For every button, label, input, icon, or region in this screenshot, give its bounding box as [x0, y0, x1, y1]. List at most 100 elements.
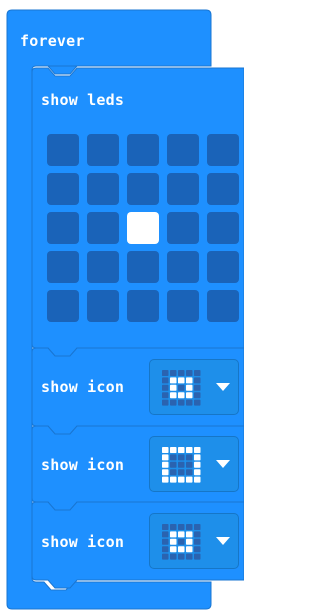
icon-pixel — [170, 447, 177, 453]
icon-pixel — [186, 546, 193, 553]
chevron-down-icon — [216, 460, 230, 468]
led-cell[interactable] — [47, 173, 79, 205]
icon-dropdown-3[interactable] — [149, 513, 239, 569]
led-cell[interactable] — [87, 251, 119, 283]
icon-pixel — [186, 384, 193, 391]
led-cell[interactable] — [87, 212, 119, 244]
icon-pixel — [194, 531, 201, 538]
icon-pixel — [162, 553, 169, 560]
led-cell[interactable] — [87, 134, 119, 166]
led-cell[interactable] — [167, 290, 199, 322]
icon-pixel — [186, 469, 193, 476]
show-leds-label: show leds — [41, 91, 125, 109]
icon-pixel — [162, 524, 169, 530]
icon-pixel — [178, 461, 185, 468]
icon-pixel — [194, 461, 201, 468]
led-cell[interactable] — [47, 134, 79, 166]
led-cell[interactable] — [167, 251, 199, 283]
icon-pixel — [178, 392, 185, 399]
icon-pixel — [178, 538, 185, 545]
icon-pixel — [170, 524, 177, 530]
icon-pixel — [186, 538, 193, 545]
led-cell[interactable] — [207, 290, 239, 322]
workspace: forever show leds show icon show icon sh… — [0, 0, 244, 612]
icon-pixel — [162, 461, 169, 468]
icon-pixel — [178, 399, 185, 406]
icon-pixel — [186, 399, 193, 406]
icon-pixel — [186, 392, 193, 399]
icon-pixel — [162, 392, 169, 399]
icon-pixel — [170, 538, 177, 545]
icon-pixel — [162, 476, 169, 483]
icon-pixel — [178, 546, 185, 553]
icon-pixel — [178, 553, 185, 560]
icon-pixel — [178, 531, 185, 538]
icon-pixel — [178, 454, 185, 461]
icon-pixel — [194, 447, 201, 453]
icon-dropdown-1[interactable] — [149, 359, 239, 415]
led-cell[interactable] — [127, 251, 159, 283]
led-cell[interactable] — [127, 290, 159, 322]
led-cell[interactable] — [167, 173, 199, 205]
led-cell[interactable] — [47, 212, 79, 244]
icon-pixel — [186, 454, 193, 461]
icon-pixel — [170, 469, 177, 476]
led-cell[interactable] — [127, 212, 159, 244]
icon-pixel — [194, 370, 201, 376]
led-cell[interactable] — [167, 212, 199, 244]
icon-dropdown-2[interactable] — [149, 436, 239, 492]
icon-pixel — [194, 476, 201, 483]
chevron-down-icon — [216, 537, 230, 545]
icon-pixel — [186, 377, 193, 384]
icon-pixel — [162, 538, 169, 545]
icon-pixel — [162, 377, 169, 384]
icon-pixel — [170, 476, 177, 483]
led-cell[interactable] — [47, 290, 79, 322]
icon-pixel — [170, 553, 177, 560]
forever-label: forever — [20, 32, 85, 50]
show-icon-label-2: show icon — [41, 456, 125, 474]
icon-pixel — [178, 469, 185, 476]
icon-pixel — [194, 399, 201, 406]
icon-pixel — [178, 524, 185, 530]
icon-preview-1 — [162, 370, 201, 406]
led-cell[interactable] — [87, 290, 119, 322]
icon-pixel — [194, 538, 201, 545]
icon-pixel — [162, 399, 169, 406]
led-cell[interactable] — [127, 134, 159, 166]
led-cell[interactable] — [207, 173, 239, 205]
icon-pixel — [194, 384, 201, 391]
icon-pixel — [178, 377, 185, 384]
led-cell[interactable] — [167, 134, 199, 166]
icon-pixel — [186, 461, 193, 468]
icon-pixel — [186, 524, 193, 530]
icon-pixel — [162, 531, 169, 538]
icon-pixel — [186, 553, 193, 560]
icon-pixel — [194, 377, 201, 384]
icon-pixel — [162, 546, 169, 553]
icon-pixel — [170, 546, 177, 553]
led-cell[interactable] — [127, 173, 159, 205]
led-cell[interactable] — [87, 173, 119, 205]
show-icon-label-3: show icon — [41, 533, 125, 551]
led-cell[interactable] — [207, 134, 239, 166]
icon-pixel — [162, 384, 169, 391]
led-cell[interactable] — [47, 251, 79, 283]
chevron-down-icon — [216, 383, 230, 391]
icon-pixel — [170, 531, 177, 538]
icon-pixel — [194, 524, 201, 530]
led-cell[interactable] — [207, 251, 239, 283]
icon-pixel — [186, 447, 193, 453]
icon-pixel — [194, 546, 201, 553]
icon-pixel — [194, 454, 201, 461]
led-cell[interactable] — [207, 212, 239, 244]
icon-pixel — [162, 370, 169, 376]
icon-preview-2 — [162, 447, 201, 483]
icon-pixel — [178, 384, 185, 391]
icon-pixel — [186, 476, 193, 483]
icon-pixel — [194, 553, 201, 560]
icon-pixel — [170, 384, 177, 391]
icon-pixel — [170, 370, 177, 376]
icon-pixel — [186, 370, 193, 376]
icon-pixel — [178, 447, 185, 453]
